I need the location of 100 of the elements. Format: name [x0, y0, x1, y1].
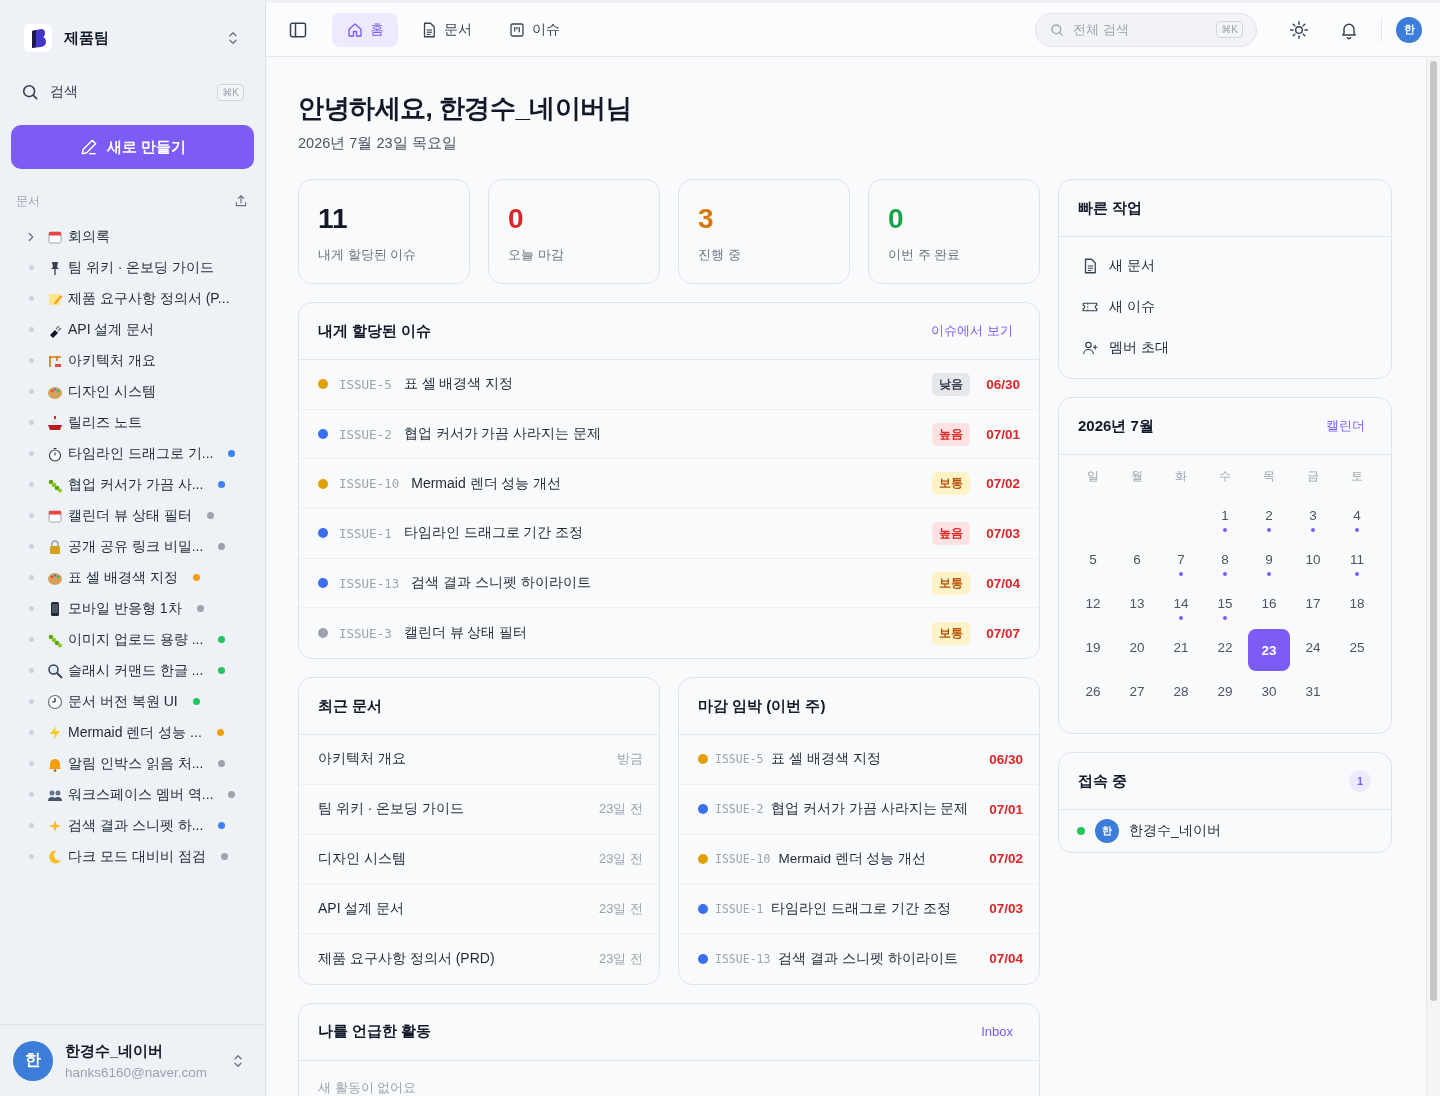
bullet-icon	[28, 699, 34, 704]
calendar-day[interactable]: 7	[1160, 541, 1202, 583]
calendar-day[interactable]: 16	[1248, 585, 1290, 627]
scrollbar[interactable]	[1426, 57, 1440, 1096]
issue-row[interactable]: ISSUE-5 표 셀 배경색 지정 낮음 06/30	[299, 360, 1039, 410]
nav-tab[interactable]: 홈	[332, 12, 398, 47]
issue-row[interactable]: ISSUE-2 협업 커서가 가끔 사라지는 문제 07/01	[679, 784, 1039, 835]
issue-row[interactable]: ISSUE-13 검색 결과 스니펫 하이라이트 보통 07/04	[299, 558, 1039, 609]
upload-button[interactable]	[233, 193, 249, 209]
weekday-label: 월	[1130, 469, 1144, 484]
document-row[interactable]: API 설계 문서 23일 전	[299, 884, 659, 934]
stopwatch-icon	[47, 445, 63, 462]
document-item[interactable]: 알림 인박스 읽음 처...	[11, 748, 254, 779]
calendar-day[interactable]: 20	[1116, 629, 1158, 671]
calendar-day[interactable]: 28	[1160, 673, 1202, 715]
document-item[interactable]: 다크 모드 대비비 점검	[11, 841, 254, 872]
calendar-day[interactable]: 12	[1072, 585, 1114, 627]
nav-tab[interactable]: 문서	[406, 12, 486, 47]
calendar-day[interactable]: 4	[1336, 497, 1378, 539]
calendar-day[interactable]: 25	[1336, 629, 1378, 671]
due-date: 07/07	[985, 625, 1020, 641]
calendar-day[interactable]: 15	[1204, 585, 1246, 627]
document-item[interactable]: Mermaid 렌더 성능 ...	[11, 717, 254, 748]
nav-tab[interactable]: 이슈	[494, 12, 574, 47]
document-item[interactable]: 이미지 업로드 용량 ...	[11, 624, 254, 655]
document-item[interactable]: 회의록	[11, 221, 254, 252]
link[interactable]: Inbox	[981, 1024, 1013, 1040]
due-date: 07/02	[985, 476, 1020, 492]
calendar-day[interactable]: 30	[1248, 673, 1290, 715]
new-button[interactable]: 새로 만들기	[11, 125, 254, 169]
issue-row[interactable]: ISSUE-1 타임라인 드래그로 기간 조정 높음 07/03	[299, 509, 1039, 559]
calendar-day[interactable]: 26	[1072, 673, 1114, 715]
calendar-day[interactable]: 3	[1292, 497, 1334, 539]
card-title: 나를 언급한 활동	[318, 1022, 432, 1042]
bullet-icon	[28, 575, 34, 580]
calendar-day[interactable]: 27	[1116, 673, 1158, 715]
book-icon	[24, 24, 52, 52]
search-item[interactable]: 검색 ⌘K	[11, 76, 254, 108]
document-item[interactable]: 릴리즈 노트	[11, 407, 254, 438]
calendar-day[interactable]: 10	[1292, 541, 1334, 583]
calendar-day[interactable]: 9	[1248, 541, 1290, 583]
issue-row[interactable]: ISSUE-10 Mermaid 렌더 성능 개선 07/02	[679, 834, 1039, 885]
document-item[interactable]: 협업 커서가 가끔 사...	[11, 469, 254, 500]
calendar-day[interactable]: 8	[1204, 541, 1246, 583]
document-item[interactable]: 표 셀 배경색 지정	[11, 562, 254, 593]
issue-id: ISSUE-13	[339, 575, 400, 591]
document-item[interactable]: 팀 위키 · 온보딩 가이드	[11, 252, 254, 283]
due-date: 07/03	[985, 525, 1020, 541]
bullet-icon	[28, 482, 34, 487]
document-item[interactable]: 슬래시 커맨드 한글 ...	[11, 655, 254, 686]
document-row[interactable]: 디자인 시스템 23일 전	[299, 834, 659, 885]
issue-row[interactable]: ISSUE-10 Mermaid 렌더 성능 개선 보통 07/02	[299, 459, 1039, 510]
calendar-day[interactable]: 5	[1072, 541, 1114, 583]
calendar-day[interactable]: 14	[1160, 585, 1202, 627]
date-text: 2026년 7월 23일 목요일	[298, 134, 458, 153]
document-row[interactable]: 팀 위키 · 온보딩 가이드 23일 전	[299, 784, 659, 835]
document-item[interactable]: 캘린더 뷰 상태 필터	[11, 500, 254, 531]
stat-label: 진행 중	[698, 246, 742, 264]
calendar-day[interactable]: 21	[1160, 629, 1202, 671]
priority-tag: 높음	[932, 422, 970, 446]
document-row[interactable]: 아키텍처 개요 방금	[299, 735, 659, 785]
document-item[interactable]: 디자인 시스템	[11, 376, 254, 407]
issue-row[interactable]: ISSUE-3 캘린더 뷰 상태 필터 보통 07/07	[299, 608, 1039, 659]
calendar-day[interactable]: 22	[1204, 629, 1246, 671]
document-row[interactable]: 제품 요구사항 정의서 (PRD) 23일 전	[299, 933, 659, 984]
document-item[interactable]: 워크스페이스 멤버 역...	[11, 779, 254, 810]
document-item[interactable]: 모바일 반응형 1차	[11, 593, 254, 624]
issue-row[interactable]: ISSUE-13 검색 결과 스니펫 하이라이트 07/04	[679, 933, 1039, 984]
document-item[interactable]: 공개 공유 링크 비밀...	[11, 531, 254, 562]
document-item[interactable]: 검색 결과 스니펫 하...	[11, 810, 254, 841]
weekday-label: 토	[1350, 469, 1364, 484]
link[interactable]: 이슈에서 보기	[931, 322, 1013, 340]
calendar-day[interactable]: 24	[1292, 629, 1334, 671]
lightning-icon	[47, 724, 63, 741]
quick-action[interactable]: 새 이슈	[1059, 286, 1391, 327]
issue-row[interactable]: ISSUE-5 표 셀 배경색 지정 06/30	[679, 735, 1039, 785]
issue-title: Mermaid 렌더 성능 개선	[411, 474, 562, 493]
link[interactable]: 캘린더	[1326, 417, 1365, 435]
calendar-day[interactable]: 19	[1072, 629, 1114, 671]
issue-row[interactable]: ISSUE-2 협업 커서가 가끔 사라지는 문제 높음 07/01	[299, 409, 1039, 460]
document-item[interactable]: 문서 버전 복원 UI	[11, 686, 254, 717]
profile-avatar[interactable]: 한	[1396, 16, 1422, 43]
quick-action[interactable]: 새 문서	[1059, 245, 1391, 286]
document-item[interactable]: 제품 요구사항 정의서 (P...	[11, 283, 254, 314]
document-item[interactable]: 타임라인 드래그로 기...	[11, 438, 254, 469]
calendar-day[interactable]: 18	[1336, 585, 1378, 627]
document-item[interactable]: API 설계 문서	[11, 314, 254, 345]
calendar-day[interactable]: 1	[1204, 497, 1246, 539]
calendar-day[interactable]: 29	[1204, 673, 1246, 715]
calendar-day[interactable]: 23	[1248, 629, 1290, 671]
issue-row[interactable]: ISSUE-1 타임라인 드래그로 기간 조정 07/03	[679, 884, 1039, 934]
calendar-day[interactable]: 2	[1248, 497, 1290, 539]
quick-action[interactable]: 멤버 초대	[1059, 327, 1391, 368]
calendar-day[interactable]: 13	[1116, 585, 1158, 627]
calendar-day[interactable]: 31	[1292, 673, 1334, 715]
due-date: 07/04	[985, 575, 1020, 591]
calendar-day[interactable]: 11	[1336, 541, 1378, 583]
calendar-day[interactable]: 6	[1116, 541, 1158, 583]
document-item[interactable]: 아키텍처 개요	[11, 345, 254, 376]
calendar-day[interactable]: 17	[1292, 585, 1334, 627]
